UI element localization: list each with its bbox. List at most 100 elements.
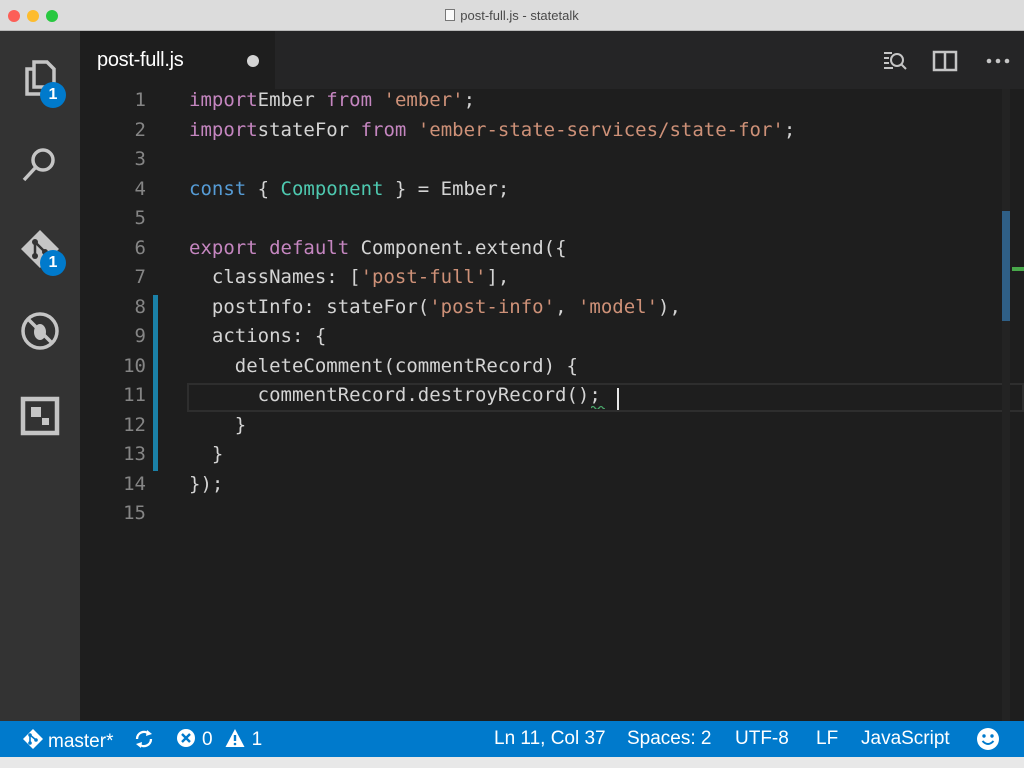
line-number: 2	[134, 118, 146, 141]
tab-post-full[interactable]: post-full.js	[80, 31, 275, 89]
line-number: 6	[134, 236, 146, 259]
explorer-badge: 1	[40, 82, 66, 108]
code-line[interactable]: 4 const { Component } = Ember;	[80, 175, 1024, 205]
line-number: 14	[123, 472, 146, 495]
code-line[interactable]: 1 importEmber from 'ember';	[80, 89, 1024, 116]
code-token: const	[189, 177, 247, 200]
code-token: export	[189, 236, 258, 259]
code-line[interactable]: 10 deleteComment(commentRecord) {	[80, 352, 1024, 382]
encoding-selector[interactable]: UTF-8	[735, 728, 789, 750]
line-number: 3	[134, 148, 146, 170]
branch-indicator[interactable]: master*	[22, 728, 113, 753]
code-line[interactable]: 7 classNames: ['post-full'],	[80, 263, 1024, 293]
window-title: post-full.js - statetalk	[0, 8, 1024, 23]
code-token: } = Ember;	[383, 177, 510, 200]
code-token: classNames: [	[189, 266, 361, 288]
code-line[interactable]: 14});	[80, 470, 1024, 500]
code-line[interactable]: 3	[80, 145, 1024, 175]
code-token: }	[189, 443, 224, 465]
line-number: 9	[134, 325, 146, 347]
activity-bar: 1 1	[0, 31, 80, 721]
scm-badge: 1	[40, 250, 66, 276]
window-bottom-edge	[0, 757, 1024, 768]
line-number: 10	[123, 354, 146, 377]
code-line[interactable]: 13 }	[80, 440, 1024, 470]
code-text: postInfo: stateFor('post-info', 'model')…	[189, 293, 681, 323]
code-line[interactable]: 2 importstateFor from 'ember-state-servic…	[80, 116, 1024, 146]
code-token: ),	[658, 295, 681, 318]
code-token: ,	[555, 295, 578, 318]
error-icon	[177, 729, 195, 747]
line-number: 5	[134, 207, 146, 229]
feedback-smiley-icon[interactable]	[976, 727, 1000, 754]
code-token: {	[246, 177, 281, 200]
problems-indicator[interactable]: 01	[176, 728, 262, 751]
eol-selector[interactable]: LF	[816, 728, 838, 750]
code-line[interactable]: 6 export default Component.extend({	[80, 234, 1024, 264]
cursor-position[interactable]: Ln 11, Col 37	[494, 728, 606, 750]
code-token: actions: {	[189, 325, 327, 347]
split-editor-icon[interactable]	[931, 47, 959, 75]
line-number: 13	[123, 443, 146, 465]
code-text: commentRecord.destroyRecord();	[189, 381, 601, 411]
extensions-icon[interactable]	[18, 394, 62, 438]
sync-icon[interactable]	[133, 728, 155, 753]
code-line[interactable]: 5	[80, 204, 1024, 234]
code-token: ],	[486, 266, 510, 288]
code-token: 'ember'	[383, 89, 464, 111]
code-line[interactable]: 9 actions: {	[80, 322, 1024, 352]
warning-squiggle	[591, 405, 605, 409]
code-token: Ember	[257, 89, 327, 111]
code-text: }	[189, 440, 223, 470]
title-bar: post-full.js - statetalk	[0, 0, 1024, 31]
more-actions-icon[interactable]	[984, 47, 1012, 75]
debug-icon[interactable]	[18, 309, 62, 353]
code-text: export default Component.extend({	[189, 234, 567, 264]
warning-count: 1	[251, 729, 263, 750]
code-token: import	[189, 89, 258, 111]
code-text: classNames: ['post-full'],	[189, 263, 509, 293]
code-token: 'post-full'	[360, 266, 487, 288]
unsaved-dot-icon[interactable]	[247, 55, 259, 67]
code-text: }	[189, 411, 246, 441]
line-number: 15	[123, 502, 146, 524]
code-text: importEmber from 'ember';	[189, 89, 475, 116]
code-line[interactable]: 11 commentRecord.destroyRecord();	[80, 381, 1024, 411]
line-number: 8	[134, 295, 146, 318]
code-token: }	[189, 413, 247, 436]
code-token: postInfo: stateFor(	[189, 295, 430, 318]
code-token: 'ember-state-services/state-for'	[417, 118, 784, 141]
code-line[interactable]: 15	[80, 499, 1024, 529]
line-number: 7	[134, 266, 146, 288]
error-count: 0	[202, 729, 213, 750]
code-token: 'post-info'	[429, 295, 556, 318]
tab-label: post-full.js	[97, 49, 184, 71]
warning-icon	[225, 729, 245, 747]
vertical-scrollbar[interactable]	[1002, 89, 1010, 721]
code-token: Component.extend({	[349, 236, 567, 259]
code-line[interactable]: 12 }	[80, 411, 1024, 441]
language-selector[interactable]: JavaScript	[861, 728, 950, 750]
open-changes-icon[interactable]	[880, 47, 908, 75]
code-token: from	[326, 89, 373, 111]
line-number: 12	[123, 413, 146, 436]
line-number: 11	[123, 384, 146, 406]
indentation-selector[interactable]: Spaces: 2	[627, 728, 712, 750]
code-line[interactable]: 8 postInfo: stateFor('post-info', 'model…	[80, 293, 1024, 323]
text-cursor	[617, 388, 619, 410]
search-icon[interactable]	[18, 143, 62, 187]
code-text: actions: {	[189, 322, 326, 352]
git-branch-icon	[23, 729, 43, 749]
code-token: commentRecord.destroyRecord();	[189, 384, 601, 406]
code-token: import	[189, 118, 258, 141]
code-text: deleteComment(commentRecord) {	[189, 352, 578, 382]
tab-bar: post-full.js	[80, 31, 1024, 89]
code-token: Component	[280, 177, 384, 200]
scrollbar-thumb[interactable]	[1002, 211, 1010, 321]
line-number: 4	[134, 177, 146, 200]
line-number: 1	[134, 89, 146, 111]
code-editor[interactable]: 1 importEmber from 'ember'; 2 importstateFo…	[80, 89, 1024, 721]
